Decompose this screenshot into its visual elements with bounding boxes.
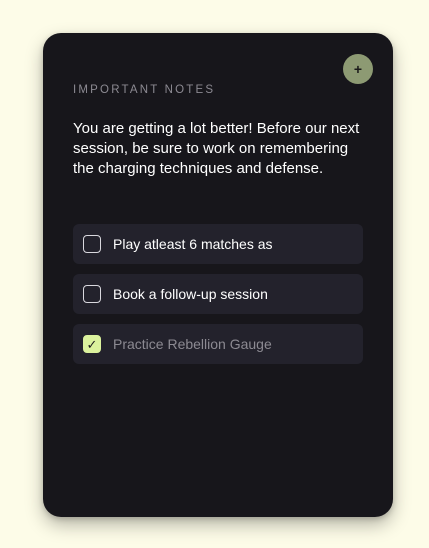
note-text: You are getting a lot better! Before our… xyxy=(73,120,360,177)
checkbox[interactable] xyxy=(83,235,101,253)
todo-item[interactable]: Book a follow-up session xyxy=(73,274,363,314)
section-title: IMPORTANT NOTES xyxy=(73,84,216,96)
todo-list: Play atleast 6 matches as Book a follow-… xyxy=(73,224,363,374)
todo-label: Book a follow-up session xyxy=(113,286,268,302)
checkbox-checked[interactable]: ✓ xyxy=(83,335,101,353)
todo-item[interactable]: Play atleast 6 matches as xyxy=(73,224,363,264)
todo-label: Practice Rebellion Gauge xyxy=(113,336,272,352)
check-icon: ✓ xyxy=(86,336,98,352)
add-button[interactable]: + xyxy=(343,54,373,84)
checkbox[interactable] xyxy=(83,285,101,303)
notes-card: + IMPORTANT NOTES You are getting a lot … xyxy=(43,33,393,517)
todo-item[interactable]: ✓ Practice Rebellion Gauge xyxy=(73,324,363,364)
todo-label: Play atleast 6 matches as xyxy=(113,236,273,252)
